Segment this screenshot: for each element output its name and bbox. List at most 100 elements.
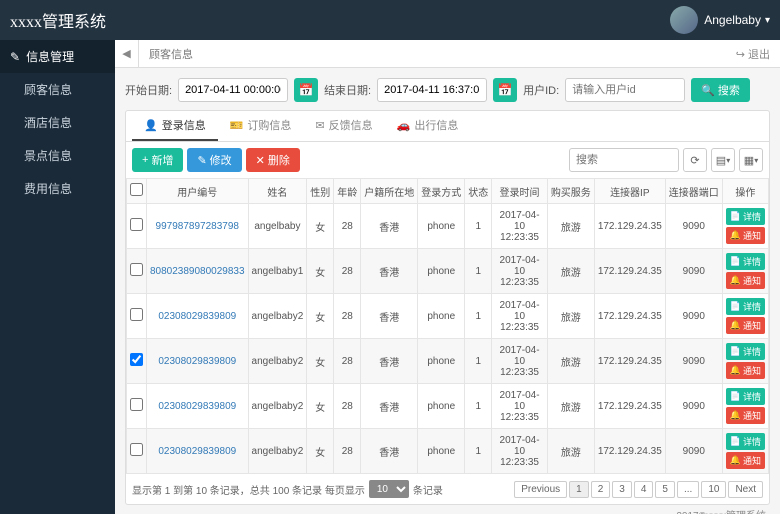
detail-button[interactable]: 📄详情 xyxy=(726,343,765,360)
col-gender[interactable]: 性别 xyxy=(307,179,334,204)
delete-button[interactable]: ✕删除 xyxy=(246,148,300,172)
cell-origin: 香港 xyxy=(361,429,418,474)
notify-button[interactable]: 🔔通知 xyxy=(726,362,765,379)
detail-button[interactable]: 📄详情 xyxy=(726,298,765,315)
row-checkbox[interactable] xyxy=(130,263,143,276)
notify-button[interactable]: 🔔通知 xyxy=(726,317,765,334)
refresh-button[interactable]: ⟳ xyxy=(683,148,707,172)
pg-ellipsis: ... xyxy=(677,481,699,498)
cell-age: 28 xyxy=(334,339,361,384)
cell-userid[interactable]: 02308029839809 xyxy=(147,384,249,429)
add-button[interactable]: +新增 xyxy=(132,148,183,172)
userid-input[interactable] xyxy=(565,78,685,102)
sidebar-item-spot[interactable]: 景点信息 xyxy=(0,139,115,172)
tab-feedback[interactable]: ✉反馈信息 xyxy=(303,111,384,141)
col-age[interactable]: 年龄 xyxy=(334,179,361,204)
username[interactable]: Angelbaby xyxy=(704,13,761,27)
data-panel: 👤登录信息 🎫订购信息 ✉反馈信息 🚗出行信息 +新增 ✎修改 ✕删除 ⟳ ▤▾… xyxy=(125,110,770,505)
notify-button[interactable]: 🔔通知 xyxy=(726,272,765,289)
col-login-type[interactable]: 登录方式 xyxy=(418,179,465,204)
table-search-input[interactable] xyxy=(569,148,679,172)
refresh-icon: ⟳ xyxy=(690,154,699,167)
bell-icon: 🔔 xyxy=(730,230,741,241)
detail-button[interactable]: 📄详情 xyxy=(726,433,765,450)
row-checkbox[interactable] xyxy=(130,443,143,456)
user-caret-icon[interactable]: ▾ xyxy=(765,15,770,26)
notify-button[interactable]: 🔔通知 xyxy=(726,227,765,244)
file-icon: 📄 xyxy=(730,391,741,402)
cell-port: 9090 xyxy=(665,339,722,384)
row-checkbox[interactable] xyxy=(130,398,143,411)
breadcrumb-bar: ◀ 顾客信息 ↪ 退出 xyxy=(115,40,780,68)
tab-login[interactable]: 👤登录信息 xyxy=(132,111,218,141)
avatar[interactable] xyxy=(670,6,698,34)
col-login-time[interactable]: 登录时间 xyxy=(492,179,548,204)
cell-userid[interactable]: 997987897283798 xyxy=(147,204,249,249)
row-checkbox[interactable] xyxy=(130,353,143,366)
col-name[interactable]: 姓名 xyxy=(248,179,307,204)
collapse-button[interactable]: ◀ xyxy=(115,40,139,68)
detail-button[interactable]: 📄详情 xyxy=(726,208,765,225)
cell-port: 9090 xyxy=(665,249,722,294)
sidebar-item-cost[interactable]: 费用信息 xyxy=(0,172,115,205)
row-checkbox[interactable] xyxy=(130,218,143,231)
pg-3[interactable]: 3 xyxy=(612,481,632,498)
cell-time: 2017-04-10 12:23:35 xyxy=(492,429,548,474)
pg-5[interactable]: 5 xyxy=(655,481,675,498)
ticket-icon: 🎫 xyxy=(230,119,244,132)
select-all-checkbox[interactable] xyxy=(130,183,143,196)
col-status[interactable]: 状态 xyxy=(465,179,492,204)
start-date-picker-icon[interactable]: 📅 xyxy=(294,78,318,102)
logout-link[interactable]: ↪ 退出 xyxy=(726,46,780,62)
edit-icon: ✎ xyxy=(10,50,20,64)
cell-age: 28 xyxy=(334,384,361,429)
cell-port: 9090 xyxy=(665,204,722,249)
cell-service: 旅游 xyxy=(547,249,594,294)
pg-1[interactable]: 1 xyxy=(569,481,589,498)
notify-button[interactable]: 🔔通知 xyxy=(726,407,765,424)
sidebar-section-info[interactable]: ✎ 信息管理 xyxy=(0,40,115,73)
col-action[interactable]: 操作 xyxy=(722,179,768,204)
bell-icon: 🔔 xyxy=(730,275,741,286)
col-userid[interactable]: 用户编号 xyxy=(147,179,249,204)
page-size-select[interactable]: 10 xyxy=(369,480,409,498)
edit-button[interactable]: ✎修改 xyxy=(187,148,241,172)
col-origin[interactable]: 户籍所在地 xyxy=(361,179,418,204)
sidebar-item-visitor[interactable]: 顾客信息 xyxy=(0,73,115,106)
plus-icon: + xyxy=(142,154,148,166)
detail-button[interactable]: 📄详情 xyxy=(726,253,765,270)
bell-icon: 🔔 xyxy=(730,455,741,466)
end-date-input[interactable] xyxy=(377,78,487,102)
cell-userid[interactable]: 02308029839809 xyxy=(147,429,249,474)
col-service[interactable]: 购买服务 xyxy=(547,179,594,204)
end-date-picker-icon[interactable]: 📅 xyxy=(493,78,517,102)
toggle-button[interactable]: ▤▾ xyxy=(711,148,735,172)
col-ip[interactable]: 连接器IP xyxy=(594,179,665,204)
bell-icon: 🔔 xyxy=(730,410,741,421)
columns-button[interactable]: ▦▾ xyxy=(739,148,763,172)
pg-10[interactable]: 10 xyxy=(701,481,726,498)
notify-button[interactable]: 🔔通知 xyxy=(726,452,765,469)
search-button[interactable]: 🔍搜索 xyxy=(691,78,750,102)
start-date-input[interactable] xyxy=(178,78,288,102)
cell-time: 2017-04-10 12:23:35 xyxy=(492,249,548,294)
pg-2[interactable]: 2 xyxy=(591,481,611,498)
row-checkbox[interactable] xyxy=(130,308,143,321)
cell-gender: 女 xyxy=(307,339,334,384)
tab-order[interactable]: 🎫订购信息 xyxy=(218,111,304,141)
cell-userid[interactable]: 80802389080029833 xyxy=(147,249,249,294)
tab-travel[interactable]: 🚗出行信息 xyxy=(385,111,471,141)
toolbar: +新增 ✎修改 ✕删除 ⟳ ▤▾ ▦▾ xyxy=(126,142,769,178)
sidebar-item-hotel[interactable]: 酒店信息 xyxy=(0,106,115,139)
pg-4[interactable]: 4 xyxy=(634,481,654,498)
col-port[interactable]: 连接器端口 xyxy=(665,179,722,204)
cell-userid[interactable]: 02308029839809 xyxy=(147,339,249,384)
pg-prev[interactable]: Previous xyxy=(514,481,567,498)
detail-button[interactable]: 📄详情 xyxy=(726,388,765,405)
cell-userid[interactable]: 02308029839809 xyxy=(147,294,249,339)
pg-next[interactable]: Next xyxy=(728,481,763,498)
cell-name: angelbaby2 xyxy=(248,294,307,339)
cell-login: phone xyxy=(418,429,465,474)
sidebar: ✎ 信息管理 顾客信息 酒店信息 景点信息 费用信息 xyxy=(0,40,115,514)
cell-status: 1 xyxy=(465,429,492,474)
